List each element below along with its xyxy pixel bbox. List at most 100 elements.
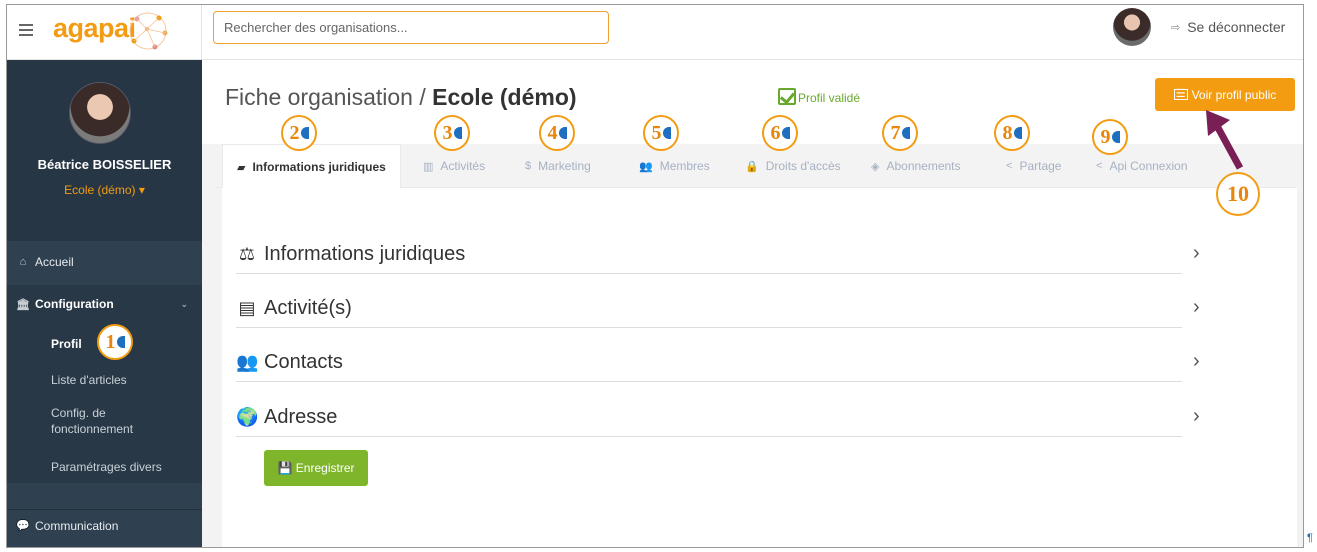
tag-icon: ◈ — [871, 160, 880, 173]
sign-out-icon: ⇨ — [1171, 21, 1181, 34]
section-label: Informations juridiques — [264, 243, 466, 265]
page-header: Fiche organisation / Ecole (démo) Profil… — [202, 60, 1303, 144]
annotation-marker: 6 — [762, 115, 798, 151]
page-title-name: Ecole (démo) — [432, 84, 577, 110]
sidebar-item-label: Communication — [35, 518, 119, 533]
status-label: Profil validé — [798, 91, 861, 105]
annotation-marker: 8 — [994, 115, 1030, 151]
annotation-marker: 5 — [643, 115, 679, 151]
annotation-marker: 2 — [281, 115, 317, 151]
tab-label: Activités — [440, 159, 486, 173]
annotation-marker: 3 — [434, 115, 470, 151]
annotation-number: 9 — [1100, 125, 1111, 148]
tab-abonnements[interactable]: ◈ Abonnements — [871, 144, 961, 188]
main-content: Fiche organisation / Ecole (démo) Profil… — [202, 60, 1303, 547]
sidebar-item-communication[interactable]: 💬 Communication — [7, 509, 202, 541]
section-label: Contacts — [264, 351, 343, 373]
sidebar-profile: Béatrice BOISSELIER Ecole (démo) ▾ — [7, 60, 202, 241]
menu-toggle-icon[interactable] — [19, 24, 33, 36]
status-badge: Profil validé — [778, 88, 860, 105]
logo-area: agapai — [7, 5, 202, 60]
check-square-icon — [778, 88, 796, 105]
annotation-number: 10 — [1227, 181, 1249, 206]
sidebar-item-label: Accueil — [35, 255, 74, 269]
annotation-marker: 4 — [539, 115, 575, 151]
page-title-prefix: Fiche organisation / — [225, 84, 426, 110]
sidebar-user-name: Béatrice BOISSELIER — [37, 157, 172, 172]
search-input[interactable] — [213, 11, 609, 44]
sidebar-item-configuration[interactable]: 🏛 Configuration ⌄ — [7, 285, 202, 323]
sidebar-subitem-articles[interactable]: Liste d'articles — [51, 372, 127, 388]
tab-informations-juridiques[interactable]: ▰ Informations juridiques — [222, 144, 401, 189]
annotation-number: 5 — [651, 121, 662, 144]
id-card-icon: ▤ — [238, 298, 256, 318]
chevron-down-icon: ⌄ — [180, 298, 188, 309]
annotation-number: 2 — [289, 121, 300, 144]
tab-label: Membres — [659, 159, 710, 173]
chevron-right-icon[interactable]: › — [1193, 296, 1200, 319]
save-button[interactable]: 💾 Enregistrer — [264, 450, 368, 486]
bank-icon: 🏛 — [16, 298, 30, 311]
section-adresse[interactable]: 🌍 Adresse — [236, 399, 1182, 437]
annotation-number: 6 — [770, 121, 781, 144]
share-icon: < — [1006, 160, 1013, 172]
annotation-marker: 10 — [1216, 172, 1260, 216]
annotation-marker: 9 — [1092, 119, 1128, 155]
save-icon: 💾 — [277, 461, 293, 475]
chevron-right-icon[interactable]: › — [1193, 242, 1200, 265]
annotation-number: 8 — [1002, 121, 1013, 144]
logo-network-icon — [129, 12, 168, 50]
sidebar-subitem-config[interactable]: Config. de fonctionnement — [51, 405, 161, 437]
users-icon: 👥 — [639, 160, 653, 173]
chevron-right-icon[interactable]: › — [1193, 405, 1200, 428]
lock-icon: 🔒 — [745, 160, 759, 173]
annotation-number: 4 — [547, 121, 558, 144]
logout-link[interactable]: ⇨ Se déconnecter — [1171, 19, 1285, 35]
logo[interactable]: agapai — [53, 13, 136, 44]
sidebar-avatar — [69, 82, 131, 144]
logout-label: Se déconnecter — [1187, 19, 1286, 35]
sidebar: Béatrice BOISSELIER Ecole (démo) ▾ ⌂ Acc… — [7, 60, 202, 547]
section-activites[interactable]: ▤ Activité(s) — [236, 290, 1182, 328]
sidebar-item-accueil[interactable]: ⌂ Accueil — [7, 246, 202, 278]
dollar-icon: $ — [525, 160, 532, 172]
sidebar-item-label: Configuration — [35, 297, 114, 311]
home-icon: ⌂ — [19, 256, 27, 268]
annotation-number: 3 — [442, 121, 453, 144]
users-icon: 👥 — [236, 352, 259, 372]
tab-label: Partage — [1019, 159, 1062, 173]
comments-icon: 💬 — [16, 520, 30, 532]
tab-droits-acces[interactable]: 🔒 Droits d'accès — [745, 144, 841, 188]
pilcrow-icon: ¶ — [1307, 532, 1313, 544]
save-label: Enregistrer — [295, 461, 355, 475]
annotation-arrow-icon — [1206, 110, 1244, 170]
tab-membres[interactable]: 👥 Membres — [639, 144, 710, 188]
page-title: Fiche organisation / Ecole (démo) — [225, 84, 577, 111]
app-window: agapai ⇨ Se déconnecter Béatrice BOISSEL… — [6, 4, 1304, 548]
org-selector[interactable]: Ecole (démo) ▾ — [7, 183, 202, 197]
chevron-right-icon[interactable]: › — [1193, 350, 1200, 373]
annotation-marker: 7 — [882, 115, 918, 151]
view-public-profile-button[interactable]: ☰ Voir profil public — [1155, 78, 1295, 111]
tab-label: Api Connexion — [1109, 159, 1188, 173]
sidebar-subitem-parametrages[interactable]: Paramétrages divers — [51, 459, 162, 475]
share-icon: < — [1096, 160, 1103, 172]
id-card-icon: ☰ — [1173, 88, 1188, 100]
sidebar-subitem-profil[interactable]: Profil — [51, 336, 82, 352]
view-public-profile-label: Voir profil public — [1191, 87, 1277, 102]
top-bar: agapai ⇨ Se déconnecter — [7, 5, 1303, 60]
section-contacts[interactable]: 👥 Contacts — [236, 344, 1182, 382]
tab-label: Droits d'accès — [765, 159, 841, 173]
annotation-number: 7 — [890, 121, 901, 144]
balance-scale-icon: ⚖ — [238, 244, 256, 264]
section-informations-juridiques[interactable]: ⚖ Informations juridiques — [236, 236, 1182, 274]
annotation-marker: 1 — [97, 324, 133, 360]
tab-label: Marketing — [538, 159, 591, 173]
user-avatar[interactable] — [1113, 8, 1151, 46]
tab-bar: ▰ Informations juridiques ▥ Activités $ … — [216, 144, 1296, 189]
tab-panel: ⚖ Informations juridiques › ▤ Activité(s… — [222, 188, 1297, 547]
section-label: Activité(s) — [264, 297, 352, 319]
tab-label: Informations juridiques — [252, 160, 386, 174]
annotation-number: 1 — [105, 330, 116, 353]
section-label: Adresse — [264, 406, 338, 428]
